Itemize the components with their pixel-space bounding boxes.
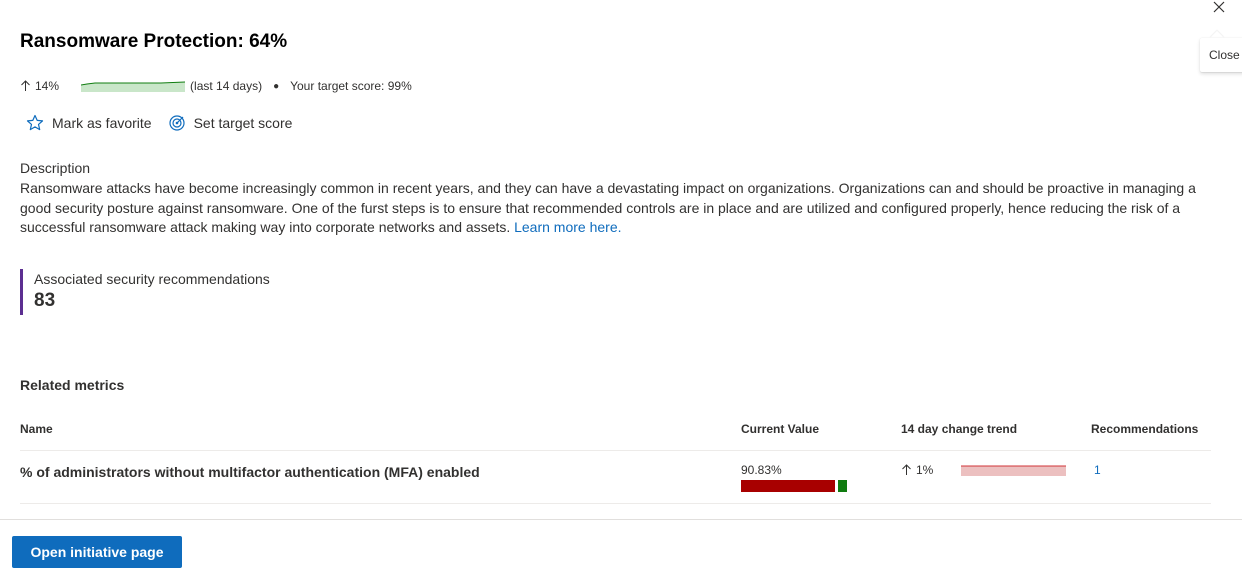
target-icon	[168, 114, 186, 132]
panel-title: Ransomware Protection: 64%	[20, 31, 288, 52]
close-button[interactable]	[1206, 0, 1232, 14]
metric-value-bar-good	[838, 480, 847, 492]
close-tooltip: Close	[1200, 38, 1242, 72]
associated-recommendations-card: Associated security recommendations 83	[20, 269, 270, 315]
table-row-divider	[20, 503, 1211, 504]
column-header-current-value[interactable]: Current Value	[741, 422, 819, 436]
mark-as-favorite-label: Mark as favorite	[52, 115, 152, 131]
description-heading: Description	[20, 160, 91, 176]
description-text: Ransomware attacks have become increasin…	[20, 179, 1200, 238]
table-header-divider	[20, 450, 1211, 451]
set-target-score-label: Set target score	[193, 115, 293, 131]
metric-trend-sparkline	[961, 465, 1066, 476]
arrow-up-icon	[901, 464, 912, 476]
metric-value-bar	[741, 480, 847, 492]
column-header-name[interactable]: Name	[20, 422, 53, 436]
arrow-up-icon	[20, 80, 31, 92]
open-initiative-page-button[interactable]: Open initiative page	[12, 536, 182, 568]
star-icon	[26, 114, 44, 132]
metric-trend-value: 1%	[916, 463, 934, 477]
action-bar: Mark as favorite Set target score	[26, 114, 292, 132]
score-change: 14%	[35, 79, 60, 93]
set-target-score-button[interactable]: Set target score	[168, 114, 293, 132]
target-score-text: Your target score: 99%	[290, 79, 412, 93]
metric-value-bar-bad	[741, 480, 835, 492]
associated-recommendations-label: Associated security recommendations	[34, 271, 270, 287]
metric-recommendations-link[interactable]: 1	[1094, 463, 1101, 477]
associated-recommendations-count: 83	[34, 290, 56, 311]
separator-dot: ●	[273, 80, 280, 92]
mark-as-favorite-button[interactable]: Mark as favorite	[26, 114, 152, 132]
metric-current-value: 90.83%	[741, 463, 782, 477]
score-trend-sparkline	[81, 81, 186, 92]
metric-trend: 1%	[901, 463, 933, 477]
column-header-recommendations[interactable]: Recommendations	[1091, 422, 1198, 436]
metric-name: % of administrators without multifactor …	[20, 464, 480, 480]
learn-more-link[interactable]: Learn more here.	[514, 219, 621, 235]
score-summary: 14% (last 14 days) ● Your target score: …	[20, 77, 412, 95]
footer-divider	[0, 519, 1242, 520]
close-icon	[1213, 1, 1225, 13]
column-header-change-trend[interactable]: 14 day change trend	[901, 422, 1017, 436]
score-period: (last 14 days)	[190, 79, 263, 93]
related-metrics-heading: Related metrics	[20, 377, 125, 393]
